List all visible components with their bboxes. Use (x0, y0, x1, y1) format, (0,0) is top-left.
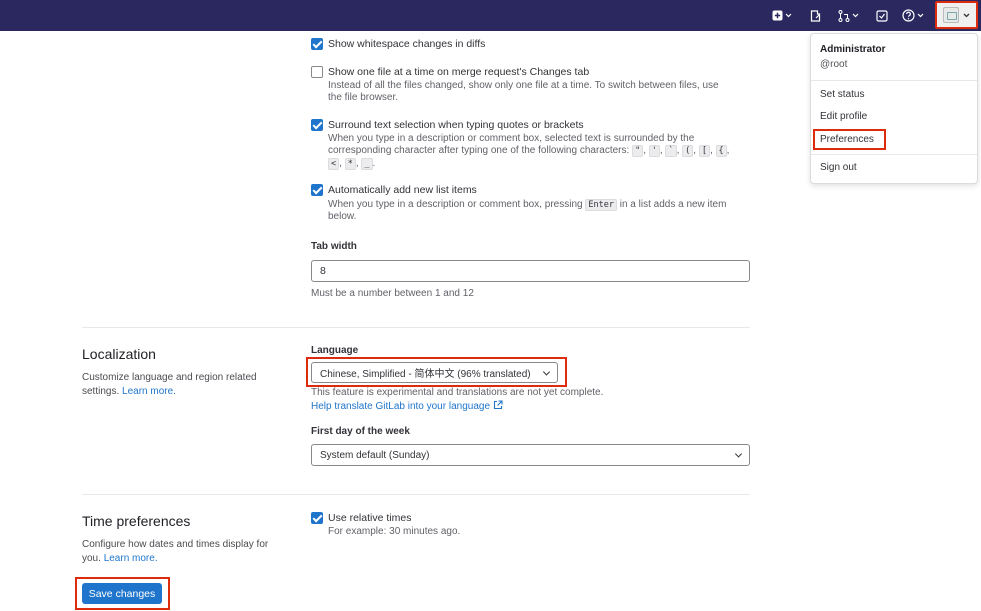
language-value: Chinese, Simplified - 简体中文 (96% translat… (320, 369, 531, 380)
language-select[interactable]: Chinese, Simplified - 简体中文 (96% translat… (311, 362, 558, 383)
chevron-down-icon (917, 13, 924, 18)
create-new-button[interactable] (772, 7, 792, 24)
surround-label: Surround text selection when typing quot… (328, 119, 584, 131)
time-preferences-description: Configure how dates and times display fo… (82, 539, 269, 564)
relative-times-help: For example: 30 minutes ago. (328, 526, 461, 537)
menu-item-sign-out[interactable]: Sign out (820, 162, 857, 173)
first-day-label: First day of the week (311, 426, 410, 437)
tab-width-help: Must be a number between 1 and 12 (311, 288, 474, 299)
user-menu-button[interactable] (935, 1, 978, 29)
chevron-down-icon (542, 367, 551, 376)
relative-times-checkbox[interactable] (311, 512, 323, 524)
user-avatar (943, 7, 959, 23)
merge-request-icon (838, 9, 850, 22)
whitespace-checkbox[interactable] (311, 38, 323, 50)
localization-title: Localization (82, 346, 156, 362)
menu-item-set-status[interactable]: Set status (820, 89, 864, 100)
list-items-label: Automatically add new list items (328, 184, 477, 196)
top-navigation-bar (0, 0, 981, 31)
first-day-select[interactable]: System default (Sunday) (311, 444, 750, 466)
section-divider (82, 327, 750, 328)
chevron-down-icon (963, 13, 970, 17)
language-label: Language (311, 345, 359, 356)
one-file-help: Instead of all the files changed, show o… (328, 80, 719, 103)
relative-times-label: Use relative times (328, 512, 412, 524)
list-items-checkbox[interactable] (311, 184, 323, 196)
time-preferences-title: Time preferences (82, 513, 191, 529)
localization-description: Customize language and region related se… (82, 372, 257, 397)
language-note: This feature is experimental and transla… (311, 387, 604, 398)
chevron-down-icon (734, 450, 743, 458)
chevron-down-icon (785, 13, 792, 18)
tab-width-label: Tab width (311, 241, 357, 252)
save-changes-button[interactable]: Save changes (82, 583, 162, 604)
one-file-checkbox[interactable] (311, 66, 323, 78)
document-edit-icon (810, 9, 821, 22)
menu-divider (811, 80, 977, 81)
todo-check-icon (876, 9, 888, 22)
surround-help: When you type in a description or commen… (328, 133, 730, 170)
one-file-label: Show one file at a time on merge request… (328, 66, 590, 78)
user-menu-dropdown: Administrator @root Set status Edit prof… (810, 33, 978, 184)
list-items-help: When you type in a description or commen… (328, 199, 727, 222)
issues-button[interactable] (810, 7, 821, 24)
plus-square-icon (772, 10, 783, 21)
surround-checkbox[interactable] (311, 119, 323, 131)
chevron-down-icon (852, 13, 859, 18)
whitespace-label: Show whitespace changes in diffs (328, 38, 486, 50)
first-day-value: System default (Sunday) (320, 449, 430, 461)
time-learn-more-link[interactable]: Learn more. (104, 553, 158, 564)
menu-divider (811, 154, 977, 155)
user-display-name: Administrator (820, 44, 886, 55)
menu-item-preferences[interactable]: Preferences (820, 134, 874, 145)
help-button[interactable] (902, 7, 924, 24)
tab-width-input[interactable]: 8 (311, 260, 750, 282)
localization-learn-more-link[interactable]: Learn more. (122, 386, 176, 397)
tab-width-value: 8 (320, 265, 326, 277)
help-icon (902, 9, 915, 22)
help-translate-link[interactable]: Help translate GitLab into your language (311, 400, 503, 413)
merge-requests-button[interactable] (838, 7, 859, 24)
todo-button[interactable] (876, 7, 888, 24)
external-link-icon (493, 400, 503, 410)
section-divider (82, 494, 750, 495)
menu-item-edit-profile[interactable]: Edit profile (820, 111, 867, 122)
user-username: @root (820, 59, 848, 70)
